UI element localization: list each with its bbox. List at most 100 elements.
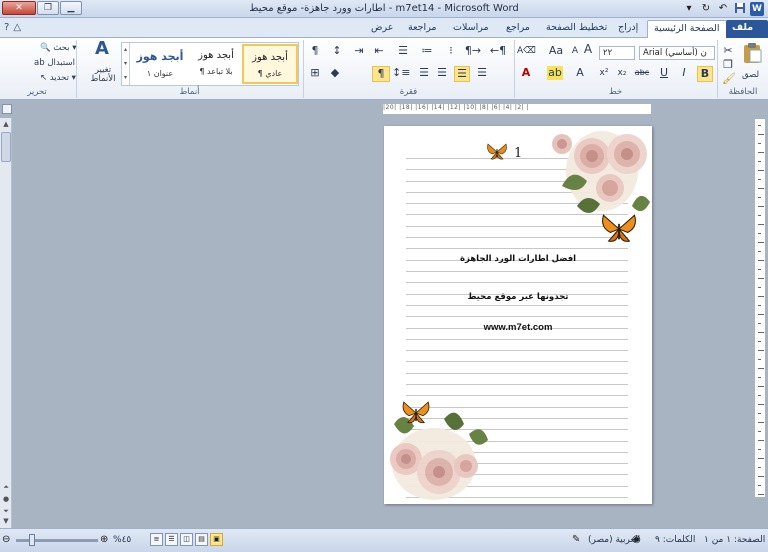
tab-view[interactable]: عرض [365,20,399,38]
select-button[interactable]: ↖ تحديد ▾ [40,73,76,83]
align-left-icon[interactable]: ☰ [434,66,450,80]
ruler-toggle[interactable] [2,104,12,114]
ruler-tick [758,134,764,135]
increase-indent-icon[interactable]: ⇥ [350,44,368,58]
tab-insert[interactable]: إدراج [612,20,644,38]
justify-icon[interactable]: ☰ [416,66,432,80]
find-button[interactable]: 🔍 بحث ▾ [40,43,76,53]
replace-label: استبدال [47,58,75,68]
web-layout-icon[interactable]: ◫ [180,533,193,546]
scroll-thumb[interactable] [1,132,11,162]
next-page-icon[interactable]: ⏷ [1,506,11,516]
font-name-box[interactable]: Arial (أساسي) ن [639,46,715,60]
numbering-icon[interactable]: ≔ [418,44,436,58]
italic-button[interactable]: I [677,66,691,80]
align-center-icon[interactable]: ☰ [454,66,470,82]
browse-object-icon[interactable]: ● [1,494,11,504]
clear-format-icon[interactable]: A⌫ [517,44,536,58]
format-painter-icon[interactable]: 🖌 [722,72,736,86]
shrink-font-button[interactable]: A [569,44,581,58]
zoom-level[interactable]: %٤٥ [113,535,131,545]
page-indicator[interactable]: الصفحة: ١ من ١ [704,535,765,545]
paragraph-group-label: فقرة [399,87,418,97]
tab-page-layout[interactable]: تخطيط الصفحة [540,20,613,38]
print-layout-icon[interactable]: ▣ [210,533,223,546]
draft-view-icon[interactable]: ≡ [150,533,163,546]
ruler-tick [758,377,761,378]
style-no-spacing[interactable]: أبجد هوز ¶ بلا تباعد [188,44,244,84]
tab-review[interactable]: مراجعة [402,20,443,38]
word-count[interactable]: الكلمات: ٩ [655,535,695,545]
decrease-indent-icon[interactable]: ⇤ [370,44,388,58]
ruler-tick [758,287,761,288]
prev-page-icon[interactable]: ⏶ [1,482,11,492]
editing-group: 🔍 بحث ▾ ab استبدال ↖ تحديد ▾ تحرير [0,40,76,98]
font-size-box[interactable]: ٢٢ [599,46,635,60]
undo-icon[interactable]: ↶ [716,2,730,16]
copy-icon[interactable]: ❐ [722,58,734,72]
text-effects-icon[interactable]: A [573,66,587,80]
ruler-tick [758,458,764,459]
scroll-up-arrow[interactable]: ▲ [1,119,11,129]
sort-icon[interactable]: ↕ [330,44,344,58]
redo-icon[interactable]: ↻ [699,2,713,16]
document-line-2[interactable]: تجدونها عبر موقع محيط [384,292,652,302]
help-icon[interactable]: ? [4,22,9,33]
zoom-out-icon[interactable]: ⊖ [2,534,10,545]
style-normal[interactable]: أبجد هوز ¶ عادي [242,44,298,84]
document-line-1[interactable]: افضل اطارات الورد الجاهزة [384,254,652,264]
multilevel-list-icon[interactable]: ☰ [394,44,412,58]
change-styles-icon[interactable]: A [87,40,117,58]
paste-icon[interactable] [740,42,764,64]
ltr-direction-icon[interactable]: ¶→ [464,44,482,58]
minimize-ribbon-icon[interactable]: △ [13,22,21,33]
change-styles-button[interactable]: تغيير الأنماط [83,66,123,84]
font-color-button[interactable]: A [519,66,533,80]
zoom-slider-thumb[interactable] [28,534,35,546]
change-case-button[interactable]: Aa [545,44,567,58]
bold-button[interactable]: B [697,66,713,82]
vertical-ruler[interactable] [754,118,766,498]
vertical-scrollbar[interactable]: ▲ ⏶ ● ⏷ ▼ [0,118,12,528]
ruled-line [406,248,628,249]
replace-button[interactable]: ab استبدال [34,58,75,68]
show-marks-button[interactable]: ¶ [308,44,322,58]
tab-file[interactable]: ملف [726,20,768,38]
ruler-tick [758,440,764,441]
shading-icon[interactable]: ◆ [328,66,342,80]
strikethrough-button[interactable]: abc [633,66,651,80]
highlight-button[interactable]: ab [547,66,563,80]
quick-access-toolbar: ▾ ↻ ↶ W [682,2,764,16]
bullets-icon[interactable]: ⁝ [442,44,460,58]
cut-icon[interactable]: ✂ [722,44,734,58]
style-heading1[interactable]: أبجد هوز عنوان ١ [132,44,188,84]
save-icon[interactable] [733,2,747,16]
grow-font-button[interactable]: A [581,42,595,56]
align-right-icon[interactable]: ☰ [474,66,490,80]
rtl-direction-icon[interactable]: ←¶ [488,44,508,58]
tab-references[interactable]: مراجع [500,20,536,38]
document-line-3[interactable]: www.m7et.com [384,322,652,333]
paste-button[interactable]: لصق [742,70,759,80]
rtl-paragraph-icon[interactable]: ¶ [372,66,390,82]
document-page[interactable]: 1 افضل اطارات الورد الجاهزة تجدونها عبر … [384,126,652,504]
ruled-line [406,282,628,283]
language-indicator[interactable]: العربية (مصر) [588,535,640,545]
nospacing-preview: أبجد هوز [198,50,234,61]
outline-view-icon[interactable]: ☰ [165,533,178,546]
subscript-button[interactable]: x₂ [615,66,629,80]
find-label: بحث [53,43,70,53]
horizontal-ruler[interactable]: |20| |18| |16| |14| |12| |10| |8| |6| |4… [382,103,652,115]
tab-home[interactable]: الصفحة الرئيسية [647,20,727,38]
borders-icon[interactable]: ⊞ [308,66,322,80]
zoom-in-icon[interactable]: ⊕ [100,534,108,545]
gallery-scroll[interactable]: ▴ ▾ ▾ [122,43,130,85]
scroll-down-arrow[interactable]: ▼ [1,516,11,526]
underline-button[interactable]: U [657,66,671,80]
customize-qat-icon[interactable]: ▾ [682,2,696,16]
line-spacing-icon[interactable]: ↕≡ [392,66,410,80]
superscript-button[interactable]: x² [597,66,611,80]
tab-mailings[interactable]: مراسلات [447,20,495,38]
proofing-icon[interactable]: ✎ [572,534,580,545]
full-screen-reading-icon[interactable]: ▤ [195,533,208,546]
